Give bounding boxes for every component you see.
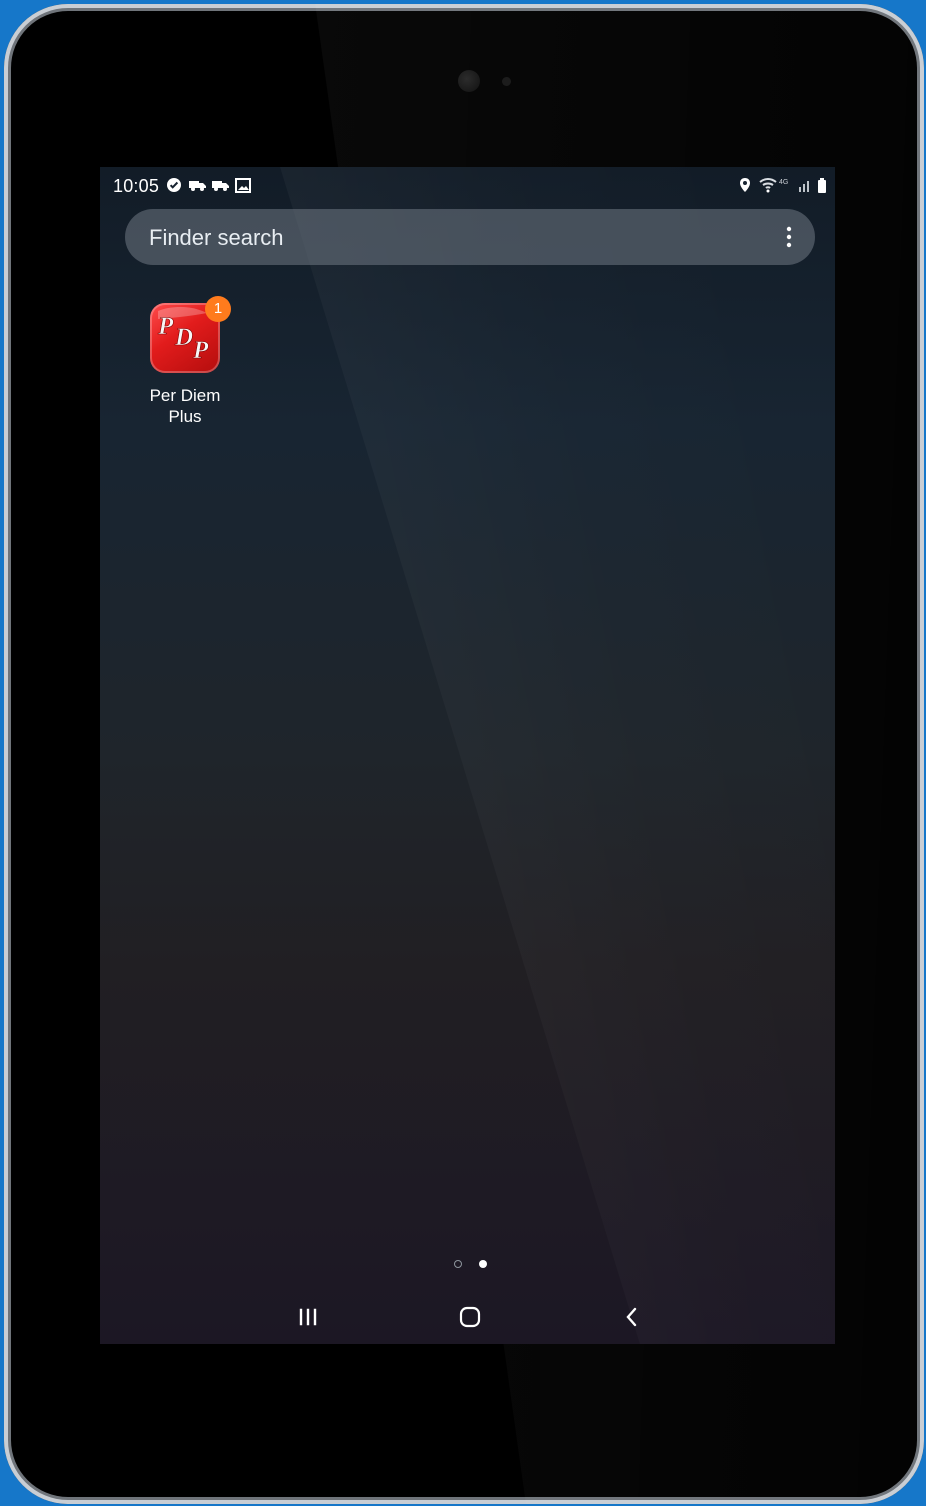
front-camera [458,70,480,92]
svg-text:D: D [174,324,193,351]
home-icon [459,1306,481,1328]
page-dot-1[interactable] [454,1260,462,1268]
truck-icon [211,177,230,193]
recent-apps-button[interactable] [292,1303,324,1331]
more-vertical-icon [786,226,792,248]
recent-apps-icon [299,1308,317,1326]
battery-icon [816,177,828,193]
tablet-frame: 10:05 4G Finder search P D P 1 Per Diem … [4,4,924,1504]
wifi-icon [758,177,778,193]
app-per-diem-plus[interactable]: P D P 1 Per Diem Plus [133,295,237,435]
truck-icon [188,177,207,193]
status-time: 10:05 [113,176,160,196]
more-options-button[interactable] [777,223,801,251]
page-dot-2-active[interactable] [479,1260,487,1268]
light-sensor [502,77,511,86]
finder-search-input[interactable] [147,224,711,252]
image-icon [235,177,251,193]
lte-signal-icon: 4G [779,177,813,193]
home-button[interactable] [454,1303,486,1331]
svg-text:P: P [192,337,209,364]
svg-text:P: P [157,313,174,340]
page-indicator [454,1259,494,1271]
status-bar: 10:05 4G [100,167,835,203]
notification-badge: 1 [205,296,231,322]
back-button[interactable] [616,1303,648,1331]
finder-search-bar[interactable] [125,209,815,265]
location-icon [737,177,753,193]
app-label: Per Diem Plus [149,386,221,426]
android-home-screen: 10:05 4G Finder search P D P 1 Per Diem … [100,167,835,1344]
back-icon [626,1307,637,1327]
navigation-bar [100,1291,835,1344]
svg-text:4G: 4G [779,179,788,186]
verified-icon [166,177,182,193]
